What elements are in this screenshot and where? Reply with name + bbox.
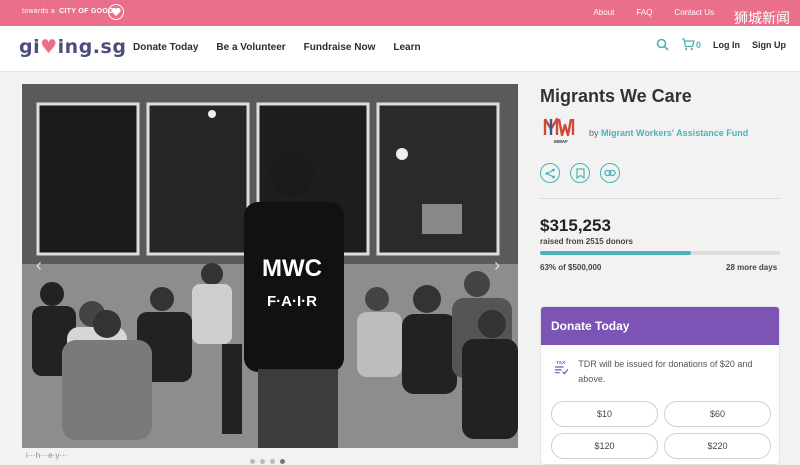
login-link[interactable]: Log In <box>713 40 740 50</box>
progress-percent-text: 63% of $500,000 <box>540 263 602 272</box>
org-logo-text: MWAF <box>554 139 568 144</box>
top-banner: towards a CITY OF GOOD About FAQ Contact… <box>0 0 800 27</box>
site-logo[interactable]: gi♥ing.sg <box>19 36 126 58</box>
divider <box>540 198 780 199</box>
link-icon <box>604 169 616 177</box>
contact-link[interactable]: Contact Us <box>674 8 714 17</box>
tdr-text: TDR will be issued for donations of $20 … <box>578 359 753 384</box>
amount-option-60[interactable]: $60 <box>664 401 771 427</box>
prev-slide-icon[interactable]: ‹ <box>36 255 42 276</box>
share-button[interactable] <box>540 163 560 183</box>
amount-options: $10 $60 $120 $220 <box>551 401 771 459</box>
nav-actions: 0 Log In Sign Up <box>656 38 786 51</box>
logo-text-end: ing.sg <box>57 36 127 58</box>
next-slide-icon[interactable]: › <box>494 255 500 276</box>
share-actions <box>540 163 620 183</box>
heart-icon <box>108 4 124 20</box>
tagline: towards a CITY OF GOOD <box>22 8 113 15</box>
watermark: 狮城新闻 <box>734 11 790 27</box>
amount-option-220[interactable]: $220 <box>664 433 771 459</box>
slide-dots <box>250 459 285 464</box>
donate-card: Donate Today TAX TDR will be issued for … <box>540 306 780 465</box>
nav-learn[interactable]: Learn <box>393 42 420 53</box>
logo-text-start: gi <box>19 36 41 58</box>
search-icon[interactable] <box>656 38 669 51</box>
donor-count-text: raised from 2515 donors <box>540 237 633 246</box>
amount-raised: $315,253 <box>540 216 611 235</box>
org-name-link[interactable]: Migrant Workers' Assistance Fund <box>601 128 748 138</box>
tax-receipt-icon: TAX <box>554 360 569 375</box>
about-link[interactable]: About <box>594 8 615 17</box>
top-links: About FAQ Contact Us <box>594 8 715 17</box>
campaign-title: Migrants We Care <box>540 86 692 106</box>
tax-icon-label: TAX <box>556 360 566 366</box>
nav-be-a-volunteer[interactable]: Be a Volunteer <box>216 42 285 53</box>
tdr-note: TAX TDR will be issued for donations of … <box>553 357 773 387</box>
progress-fill <box>540 251 692 255</box>
amount-option-120[interactable]: $120 <box>551 433 658 459</box>
cart-button[interactable]: 0 <box>681 38 701 51</box>
donate-heading: Donate Today <box>541 307 779 345</box>
bookmark-icon <box>575 167 585 179</box>
org-line: by Migrant Workers' Assistance Fund <box>589 128 748 138</box>
amount-option-10[interactable]: $10 <box>551 401 658 427</box>
logo-heart-icon: ♥ <box>40 36 58 58</box>
slide-dot[interactable] <box>270 459 275 464</box>
nav-links: Donate Today Be a Volunteer Fundraise No… <box>133 42 421 53</box>
vest-text-fair: F·A·I·R <box>267 293 317 310</box>
copy-link-button[interactable] <box>600 163 620 183</box>
nav-fundraise-now[interactable]: Fundraise Now <box>304 42 376 53</box>
progress-bar <box>540 251 780 255</box>
days-left-text: 28 more days <box>726 263 778 272</box>
share-icon <box>545 168 555 178</box>
cart-icon <box>681 38 695 51</box>
vest-text-mwc: MWC <box>262 255 322 282</box>
org-logo[interactable]: MWAF <box>541 115 581 147</box>
nav-donate-today[interactable]: Donate Today <box>133 42 198 53</box>
org-by: by <box>589 128 599 138</box>
campaign-photo[interactable]: MWC F·A·I·R <box>22 84 518 448</box>
tagline-strong: CITY OF GOOD <box>59 8 114 15</box>
bookmark-button[interactable] <box>570 163 590 183</box>
faq-link[interactable]: FAQ <box>636 8 652 17</box>
cart-count: 0 <box>695 39 701 50</box>
photo-illustration: MWC F·A·I·R <box>22 84 518 448</box>
slide-dot[interactable] <box>250 459 255 464</box>
slide-dot[interactable] <box>260 459 265 464</box>
photo-caption: i···h···e·y··· <box>26 451 68 460</box>
slide-dot-active[interactable] <box>280 459 285 464</box>
signup-link[interactable]: Sign Up <box>752 40 786 50</box>
tagline-prefix: towards a <box>22 8 56 15</box>
main-nav: gi♥ing.sg Donate Today Be a Volunteer Fu… <box>0 26 800 72</box>
